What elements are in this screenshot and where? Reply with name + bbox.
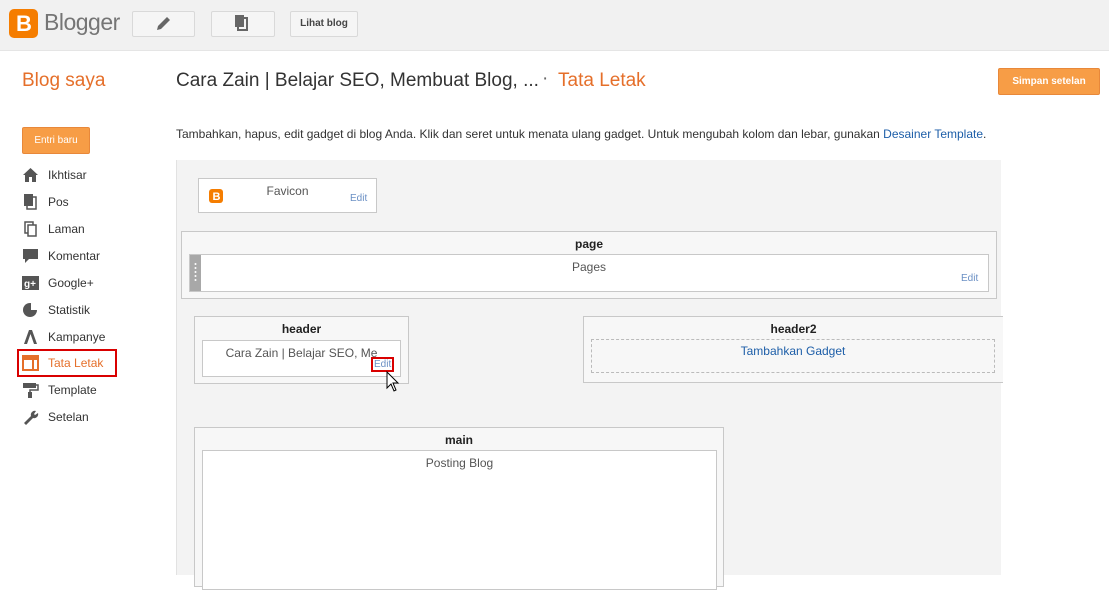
paint-roller-icon [22,382,39,398]
sidebar-item-label: Ikhtisar [48,168,87,182]
posts-icon [22,194,39,210]
sidebar-item-stats[interactable]: Statistik [22,300,117,320]
header-section-title: header [281,322,322,336]
wrench-icon [22,409,39,425]
header-gadget[interactable]: Cara Zain | Belajar SEO, Me Edit [202,340,401,377]
template-designer-link[interactable]: Desainer Template [883,127,983,141]
home-icon [22,167,39,183]
header2-section-title: header2 [770,322,817,336]
blog-title[interactable]: Cara Zain | Belajar SEO, Membuat Blog, .… [176,70,539,92]
page-title: Tata Letak [558,70,646,91]
header2-section: header2 Tambahkan Gadget [583,316,1003,383]
sidebar-item-overview[interactable]: Ikhtisar [22,165,117,185]
new-post-button[interactable]: Entri baru [22,127,90,154]
favicon-edit-link[interactable]: Edit [350,193,367,204]
layout-canvas: B Favicon Edit page Pages Edit header Ca… [176,160,1003,590]
header-section: header Cara Zain | Belajar SEO, Me Edit [194,316,409,384]
pie-chart-icon [22,302,39,318]
sidebar-item-settings[interactable]: Setelan [22,407,117,427]
blogger-logo-text[interactable]: Blogger [44,9,120,36]
pages-icon [22,221,39,237]
favicon-gadget[interactable]: B Favicon Edit [198,178,377,213]
my-blogs-link[interactable]: Blog saya [22,70,105,92]
campaign-icon [22,329,39,345]
svg-text:g+: g+ [24,279,36,290]
sidebar-item-comments[interactable]: Komentar [22,246,117,266]
active-item-highlight [17,349,117,377]
sidebar-item-pages[interactable]: Laman [22,219,117,239]
sidebar-item-label: Kampanye [48,330,106,344]
pages-edit-link[interactable]: Edit [961,273,978,284]
sidebar-item-label: Google+ [48,276,94,290]
comment-icon [22,248,39,264]
pages-gadget[interactable]: Pages Edit [189,254,989,292]
breadcrumb-separator: · [542,68,549,89]
new-post-pencil-button[interactable] [132,11,195,37]
sidebar-item-label: Komentar [48,249,101,263]
main-section: main Posting Blog [194,427,724,590]
blog-posts-gadget[interactable]: Posting Blog [202,450,717,590]
save-arrangement-button[interactable]: Simpan setelan [998,68,1100,95]
sidebar-item-label: Template [48,383,97,397]
pencil-icon [157,17,170,30]
intro-text: Tambahkan, hapus, edit gadget di blog An… [176,127,884,141]
sidebar-item-campaigns[interactable]: Kampanye [22,327,117,347]
page-section-title: page [574,237,603,251]
main-section-title: main [444,433,473,447]
posts-list-button[interactable] [211,11,275,37]
view-blog-button[interactable]: Lihat blog [290,11,358,37]
add-gadget-link[interactable]: Tambahkan Gadget [591,339,995,373]
sidebar-item-label: Laman [48,222,85,236]
google-plus-icon: g+ [22,275,39,291]
sidebar-item-google-plus[interactable]: g+ Google+ [22,273,117,293]
layout-instructions: Tambahkan, hapus, edit gadget di blog An… [176,127,986,141]
mouse-cursor-icon [386,371,400,392]
posts-icon [235,15,248,31]
blog-posts-gadget-title: Posting Blog [425,456,494,470]
sidebar-item-posts[interactable]: Pos [22,192,117,212]
pages-gadget-title: Pages [571,260,607,274]
sidebar-item-template[interactable]: Template [22,380,117,400]
sidebar-item-label: Statistik [48,303,91,317]
page-section: page Pages Edit [181,231,997,299]
sidebar-item-label: Setelan [48,410,89,424]
intro-suffix: . [983,127,987,141]
blogger-logo-icon[interactable]: B [9,9,38,38]
header-edit-link[interactable]: Edit [371,357,395,372]
sidebar-item-label: Pos [48,195,69,209]
